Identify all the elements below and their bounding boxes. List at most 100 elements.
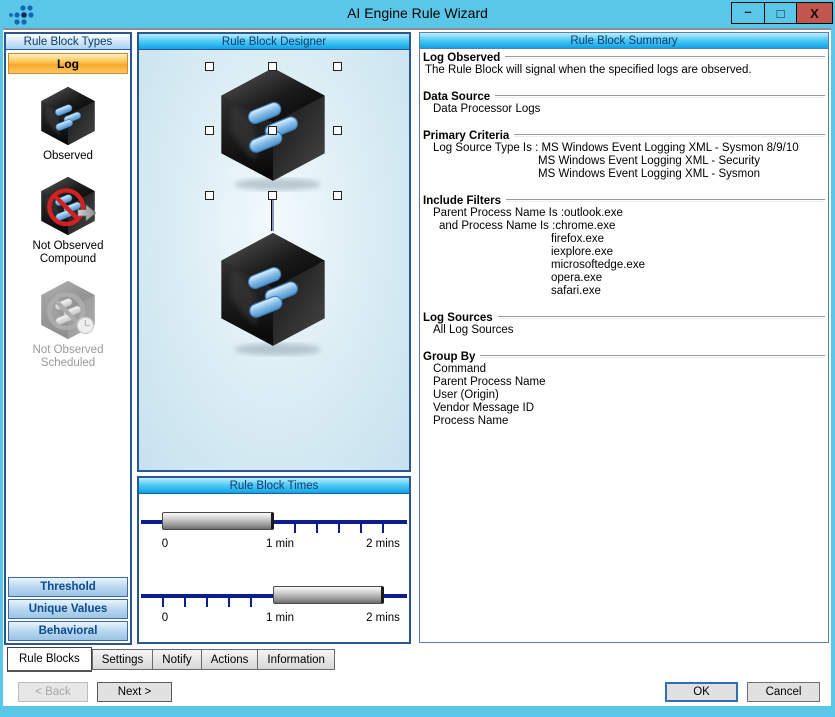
slider2-label-1min: 1 min	[266, 612, 294, 624]
rule-block-2-log-observed[interactable]	[213, 229, 333, 357]
summary-section-title: Group By	[423, 350, 825, 363]
summary-section-title: Log Sources	[423, 311, 825, 324]
summary-line: Data Processor Logs	[423, 103, 825, 116]
tick	[316, 524, 318, 533]
tick	[294, 524, 296, 533]
summary-section: Primary CriteriaLog Source Type Is : MS …	[423, 129, 825, 181]
summary-section: Log SourcesAll Log Sources	[423, 311, 825, 337]
next-button[interactable]: Next >	[97, 682, 172, 702]
block-connector-line[interactable]	[271, 197, 274, 231]
tab-settings[interactable]: Settings	[92, 649, 154, 670]
ok-button[interactable]: OK	[665, 682, 738, 702]
tick	[228, 598, 230, 607]
summary-line: iexplore.exe	[423, 246, 825, 259]
section-rule-line	[495, 95, 825, 98]
dialog-content: Rule Block Types Log Observed Not Observ…	[3, 28, 831, 706]
selection-handle[interactable]	[205, 62, 214, 71]
summary-section: Group ByCommandParent Process NameUser (…	[423, 350, 825, 428]
section-rule-line	[506, 199, 825, 202]
back-button[interactable]: < Back	[18, 682, 88, 702]
tick	[360, 524, 362, 533]
selection-handle[interactable]	[205, 191, 214, 200]
selection-handle[interactable]	[333, 191, 342, 200]
summary-line: opera.exe	[423, 272, 825, 285]
tab-notify[interactable]: Notify	[153, 649, 201, 670]
slider1-label-2mins: 2 mins	[366, 538, 400, 550]
minimize-button[interactable]: –	[732, 3, 764, 23]
type-item-not-observed-compound[interactable]: Not Observed Compound	[14, 175, 122, 266]
section-rule-line	[505, 56, 825, 59]
section-rule-line	[498, 316, 825, 319]
times-body: 0 1 min 2 mins 0 1 min 2 mins	[139, 494, 409, 642]
tick	[382, 524, 384, 533]
summary-line: Vendor Message ID	[423, 402, 825, 415]
tab-actions[interactable]: Actions	[202, 649, 259, 670]
rule-block-summary-header: Rule Block Summary	[420, 33, 828, 49]
summary-section: Include FiltersParent Process Name Is :o…	[423, 194, 825, 298]
type-item-observed[interactable]: Observed	[37, 85, 99, 163]
window-controls: – □ X	[731, 2, 833, 24]
slider2-label-0: 0	[162, 612, 168, 624]
summary-line: firefox.exe	[423, 233, 825, 246]
summary-section: Data SourceData Processor Logs	[423, 90, 825, 116]
log-cube-icon	[37, 85, 99, 147]
tick	[206, 598, 208, 607]
slider2-label-2mins: 2 mins	[366, 612, 400, 624]
tick	[250, 598, 252, 607]
rule-block-designer-header: Rule Block Designer	[139, 34, 409, 50]
tab-information[interactable]: Information	[258, 649, 335, 670]
summary-line: and Process Name Is :chrome.exe	[423, 220, 825, 233]
time-slider-2-bar[interactable]	[273, 586, 384, 604]
type-item-label: Observed	[43, 150, 93, 163]
selection-handle[interactable]	[333, 126, 342, 135]
window-title: AI Engine Rule Wizard	[0, 5, 835, 21]
behavioral-type-button[interactable]: Behavioral	[8, 621, 128, 641]
selection-handle[interactable]	[268, 191, 277, 200]
cancel-button[interactable]: Cancel	[747, 682, 820, 702]
rule-block-type-list: Observed Not Observed Compound	[6, 76, 130, 576]
time-slider-1-bar[interactable]	[162, 512, 274, 530]
threshold-type-button[interactable]: Threshold	[8, 577, 128, 597]
rule-block-times-panel: Rule Block Times 0 1 min 2 mins	[137, 476, 411, 644]
log-cube-banned-arrow-icon	[37, 175, 99, 237]
summary-line: Parent Process Name	[423, 376, 825, 389]
close-button[interactable]: X	[796, 3, 832, 23]
rule-block-types-panel: Rule Block Types Log Observed Not Observ…	[4, 32, 132, 645]
section-rule-line	[514, 134, 825, 137]
slider1-label-1min: 1 min	[266, 538, 294, 550]
tick	[184, 598, 186, 607]
type-item-not-observed-scheduled[interactable]: Not Observed Scheduled	[14, 279, 122, 370]
selection-handle[interactable]	[333, 62, 342, 71]
wizard-tabbar: Rule Blocks Settings Notify Actions Info…	[7, 647, 335, 674]
summary-line: User (Origin)	[423, 389, 825, 402]
tab-rule-blocks[interactable]: Rule Blocks	[7, 647, 92, 672]
ai-engine-rule-wizard-window: AI Engine Rule Wizard – □ X Rule Block T…	[0, 0, 835, 717]
maximize-button[interactable]: □	[764, 3, 796, 23]
summary-line: Command	[423, 363, 825, 376]
summary-line: The Rule Block will signal when the spec…	[423, 64, 825, 77]
rule-block-summary-panel: Rule Block Summary Log ObservedThe Rule …	[419, 32, 829, 643]
summary-section-title: Primary Criteria	[423, 129, 825, 142]
summary-line: MS Windows Event Logging XML - Security	[423, 155, 825, 168]
selection-handle[interactable]	[268, 126, 277, 135]
designer-canvas[interactable]	[139, 50, 409, 470]
summary-section-title: Data Source	[423, 90, 825, 103]
log-type-button[interactable]: Log	[8, 53, 128, 74]
summary-line: All Log Sources	[423, 324, 825, 337]
log-cube-banned-clock-icon	[37, 279, 99, 341]
selection-handle[interactable]	[205, 126, 214, 135]
rule-block-times-header: Rule Block Times	[139, 478, 409, 494]
unique-values-type-button[interactable]: Unique Values	[8, 599, 128, 619]
summary-line: microsoftedge.exe	[423, 259, 825, 272]
summary-line: Process Name	[423, 415, 825, 428]
slider1-label-0: 0	[162, 538, 168, 550]
summary-line: safari.exe	[423, 285, 825, 298]
summary-section-title: Include Filters	[423, 194, 825, 207]
tick	[338, 524, 340, 533]
summary-line: Log Source Type Is : MS Windows Event Lo…	[423, 142, 825, 155]
rule-block-designer-panel: Rule Block Designer	[137, 32, 411, 472]
titlebar: AI Engine Rule Wizard – □ X	[0, 0, 835, 28]
type-item-label: Not Observed Scheduled	[14, 344, 122, 370]
tick	[162, 598, 164, 607]
selection-handle[interactable]	[268, 62, 277, 71]
